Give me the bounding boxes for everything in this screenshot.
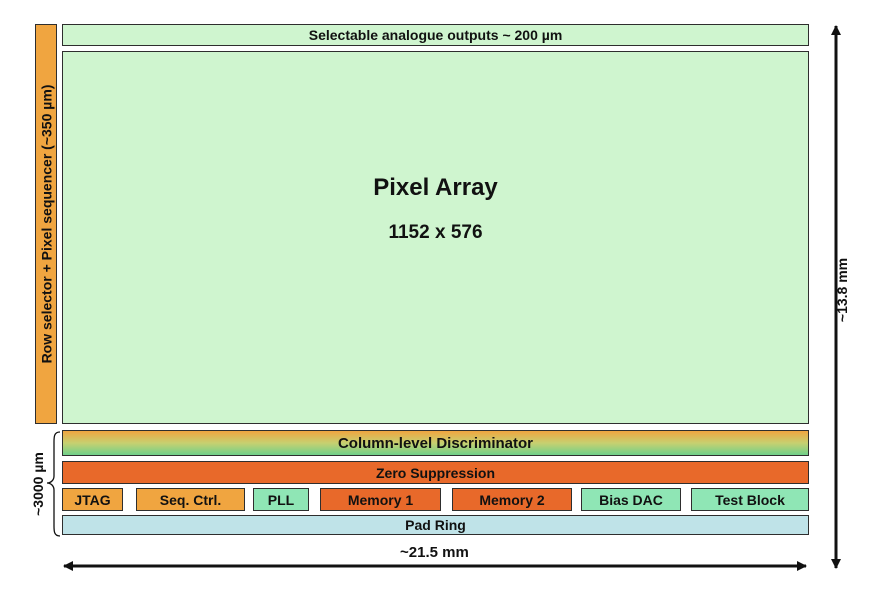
width-dimension-label: ~21.5 mm — [400, 544, 469, 561]
bottom-section-brace — [46, 431, 61, 537]
dimension-arrows — [46, 25, 841, 571]
bottom-section-dimension-label: ~3000 µm — [30, 452, 46, 516]
height-dimension-label: ~13.8 mm — [834, 257, 850, 323]
